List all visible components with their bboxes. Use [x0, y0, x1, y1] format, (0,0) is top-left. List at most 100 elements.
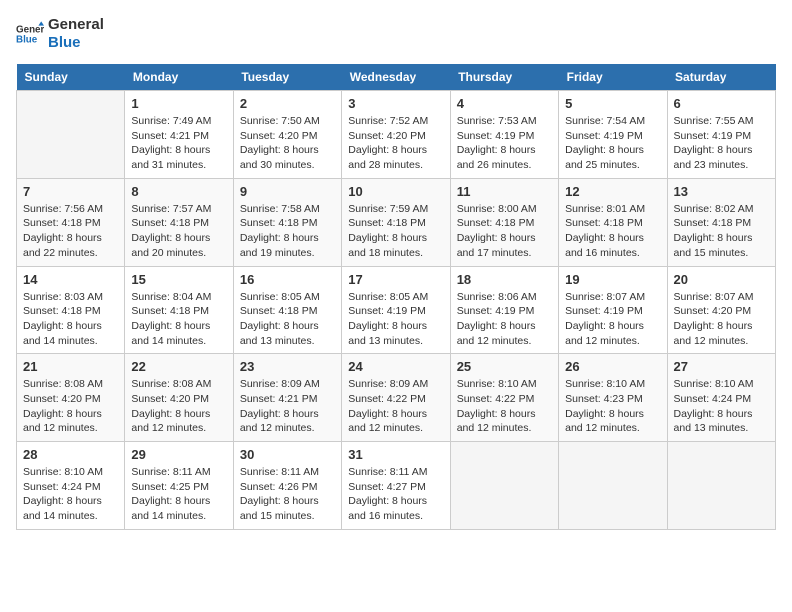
- col-header-friday: Friday: [559, 64, 667, 91]
- day-number: 19: [565, 272, 660, 287]
- day-info: Sunrise: 8:05 AMSunset: 4:18 PMDaylight:…: [240, 290, 335, 349]
- day-number: 22: [131, 359, 226, 374]
- day-info: Sunrise: 8:01 AMSunset: 4:18 PMDaylight:…: [565, 202, 660, 261]
- day-number: 2: [240, 96, 335, 111]
- calendar-cell: 30Sunrise: 8:11 AMSunset: 4:26 PMDayligh…: [233, 442, 341, 530]
- day-number: 23: [240, 359, 335, 374]
- calendar-cell: 6 Sunrise: 7:55 AMSunset: 4:19 PMDaylight…: [667, 91, 775, 179]
- calendar-cell: 19 Sunrise: 8:07 AMSunset: 4:19 PMDayligh…: [559, 266, 667, 354]
- calendar-cell: 13Sunrise: 8:02 AMSunset: 4:18 PMDayligh…: [667, 178, 775, 266]
- week-row-1: 1 Sunrise: 7:49 AMSunset: 4:21 PMDaylight…: [17, 91, 776, 179]
- day-number: 12: [565, 184, 660, 199]
- day-info: Sunrise: 8:06 AMSunset: 4:19 PMDaylight:…: [457, 290, 552, 349]
- day-info: Sunrise: 7:59 AMSunset: 4:18 PMDaylight:…: [348, 202, 443, 261]
- day-info: Sunrise: 7:49 AMSunset: 4:21 PMDaylight:…: [131, 114, 226, 173]
- logo: General Blue General Blue: [16, 16, 104, 52]
- col-header-tuesday: Tuesday: [233, 64, 341, 91]
- calendar-header-row: SundayMondayTuesdayWednesdayThursdayFrid…: [17, 64, 776, 91]
- svg-text:Blue: Blue: [16, 34, 38, 45]
- logo-icon: General Blue: [16, 20, 44, 48]
- day-info: Sunrise: 7:55 AMSunset: 4:19 PMDaylight:…: [674, 114, 769, 173]
- day-info: Sunrise: 8:10 AMSunset: 4:22 PMDaylight:…: [457, 377, 552, 436]
- day-info: Sunrise: 8:07 AMSunset: 4:19 PMDaylight:…: [565, 290, 660, 349]
- day-number: 8: [131, 184, 226, 199]
- calendar-cell: 10 Sunrise: 7:59 AMSunset: 4:18 PMDayligh…: [342, 178, 450, 266]
- day-info: Sunrise: 8:04 AMSunset: 4:18 PMDaylight:…: [131, 290, 226, 349]
- day-info: Sunrise: 8:03 AMSunset: 4:18 PMDaylight:…: [23, 290, 118, 349]
- day-info: Sunrise: 8:11 AMSunset: 4:25 PMDaylight:…: [131, 465, 226, 524]
- day-number: 3: [348, 96, 443, 111]
- day-number: 4: [457, 96, 552, 111]
- calendar-cell: 4 Sunrise: 7:53 AMSunset: 4:19 PMDaylight…: [450, 91, 558, 179]
- calendar-cell: 20 Sunrise: 8:07 AMSunset: 4:20 PMDayligh…: [667, 266, 775, 354]
- calendar-cell: 8 Sunrise: 7:57 AMSunset: 4:18 PMDaylight…: [125, 178, 233, 266]
- week-row-3: 14 Sunrise: 8:03 AMSunset: 4:18 PMDayligh…: [17, 266, 776, 354]
- calendar-cell: 12 Sunrise: 8:01 AMSunset: 4:18 PMDayligh…: [559, 178, 667, 266]
- day-number: 26: [565, 359, 660, 374]
- day-info: Sunrise: 8:10 AMSunset: 4:23 PMDaylight:…: [565, 377, 660, 436]
- calendar-cell: 24 Sunrise: 8:09 AMSunset: 4:22 PMDayligh…: [342, 354, 450, 442]
- calendar-cell: 16Sunrise: 8:05 AMSunset: 4:18 PMDayligh…: [233, 266, 341, 354]
- calendar-cell: 11Sunrise: 8:00 AMSunset: 4:18 PMDayligh…: [450, 178, 558, 266]
- day-info: Sunrise: 8:11 AMSunset: 4:27 PMDaylight:…: [348, 465, 443, 524]
- day-info: Sunrise: 8:08 AMSunset: 4:20 PMDaylight:…: [131, 377, 226, 436]
- day-info: Sunrise: 8:05 AMSunset: 4:19 PMDaylight:…: [348, 290, 443, 349]
- day-info: Sunrise: 8:09 AMSunset: 4:22 PMDaylight:…: [348, 377, 443, 436]
- day-info: Sunrise: 7:58 AMSunset: 4:18 PMDaylight:…: [240, 202, 335, 261]
- calendar-cell: 14 Sunrise: 8:03 AMSunset: 4:18 PMDayligh…: [17, 266, 125, 354]
- day-number: 24: [348, 359, 443, 374]
- day-number: 25: [457, 359, 552, 374]
- calendar-table: SundayMondayTuesdayWednesdayThursdayFrid…: [16, 64, 776, 530]
- day-number: 21: [23, 359, 118, 374]
- calendar-cell: 21 Sunrise: 8:08 AMSunset: 4:20 PMDayligh…: [17, 354, 125, 442]
- day-number: 11: [457, 184, 552, 199]
- day-number: 10: [348, 184, 443, 199]
- calendar-cell: 18Sunrise: 8:06 AMSunset: 4:19 PMDayligh…: [450, 266, 558, 354]
- calendar-cell: 28 Sunrise: 8:10 AMSunset: 4:24 PMDayligh…: [17, 442, 125, 530]
- calendar-cell: 2 Sunrise: 7:50 AMSunset: 4:20 PMDaylight…: [233, 91, 341, 179]
- day-number: 17: [348, 272, 443, 287]
- day-info: Sunrise: 8:08 AMSunset: 4:20 PMDaylight:…: [23, 377, 118, 436]
- day-number: 14: [23, 272, 118, 287]
- calendar-cell: 25 Sunrise: 8:10 AMSunset: 4:22 PMDayligh…: [450, 354, 558, 442]
- calendar-cell: 26 Sunrise: 8:10 AMSunset: 4:23 PMDayligh…: [559, 354, 667, 442]
- calendar-cell: [667, 442, 775, 530]
- week-row-4: 21 Sunrise: 8:08 AMSunset: 4:20 PMDayligh…: [17, 354, 776, 442]
- day-number: 28: [23, 447, 118, 462]
- calendar-cell: 22 Sunrise: 8:08 AMSunset: 4:20 PMDayligh…: [125, 354, 233, 442]
- calendar-cell: 29 Sunrise: 8:11 AMSunset: 4:25 PMDayligh…: [125, 442, 233, 530]
- day-number: 6: [674, 96, 769, 111]
- col-header-thursday: Thursday: [450, 64, 558, 91]
- day-number: 7: [23, 184, 118, 199]
- day-number: 15: [131, 272, 226, 287]
- calendar-cell: 5Sunrise: 7:54 AMSunset: 4:19 PMDaylight…: [559, 91, 667, 179]
- calendar-cell: 7Sunrise: 7:56 AMSunset: 4:18 PMDaylight…: [17, 178, 125, 266]
- calendar-cell: 27Sunrise: 8:10 AMSunset: 4:24 PMDayligh…: [667, 354, 775, 442]
- day-info: Sunrise: 7:53 AMSunset: 4:19 PMDaylight:…: [457, 114, 552, 173]
- col-header-saturday: Saturday: [667, 64, 775, 91]
- day-number: 1: [131, 96, 226, 111]
- calendar-cell: 31 Sunrise: 8:11 AMSunset: 4:27 PMDayligh…: [342, 442, 450, 530]
- col-header-wednesday: Wednesday: [342, 64, 450, 91]
- calendar-cell: [559, 442, 667, 530]
- day-info: Sunrise: 7:57 AMSunset: 4:18 PMDaylight:…: [131, 202, 226, 261]
- week-row-2: 7Sunrise: 7:56 AMSunset: 4:18 PMDaylight…: [17, 178, 776, 266]
- day-info: Sunrise: 8:07 AMSunset: 4:20 PMDaylight:…: [674, 290, 769, 349]
- day-info: Sunrise: 8:02 AMSunset: 4:18 PMDaylight:…: [674, 202, 769, 261]
- logo-general: General: [48, 16, 104, 34]
- col-header-monday: Monday: [125, 64, 233, 91]
- day-number: 31: [348, 447, 443, 462]
- calendar-cell: [17, 91, 125, 179]
- day-number: 9: [240, 184, 335, 199]
- day-info: Sunrise: 7:50 AMSunset: 4:20 PMDaylight:…: [240, 114, 335, 173]
- calendar-cell: [450, 442, 558, 530]
- day-number: 30: [240, 447, 335, 462]
- calendar-cell: 3Sunrise: 7:52 AMSunset: 4:20 PMDaylight…: [342, 91, 450, 179]
- col-header-sunday: Sunday: [17, 64, 125, 91]
- calendar-cell: 9 Sunrise: 7:58 AMSunset: 4:18 PMDaylight…: [233, 178, 341, 266]
- page-header: General Blue General Blue: [16, 16, 776, 52]
- day-number: 29: [131, 447, 226, 462]
- day-number: 27: [674, 359, 769, 374]
- day-number: 20: [674, 272, 769, 287]
- day-info: Sunrise: 8:10 AMSunset: 4:24 PMDaylight:…: [23, 465, 118, 524]
